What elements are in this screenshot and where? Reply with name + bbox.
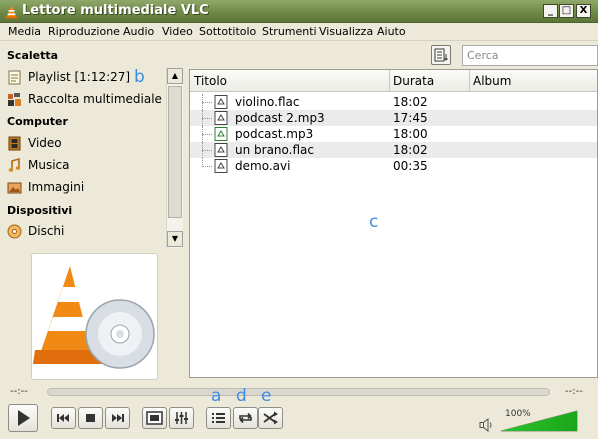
elapsed-time: --:-- (10, 386, 28, 397)
sidebar-item-label: Immagini (28, 180, 85, 194)
section-computer: Computer (7, 115, 68, 128)
row-title: podcast.mp3 (235, 127, 314, 141)
music-note-icon (8, 158, 21, 172)
close-button[interactable]: X (576, 4, 591, 18)
sidebar-item-label: Video (28, 136, 62, 150)
equalizer-icon (175, 412, 188, 424)
row-duration: 18:00 (393, 127, 428, 141)
sidebar-item-label: Musica (28, 158, 70, 172)
table-row[interactable]: violino.flac 18:02 (190, 94, 597, 110)
table-row[interactable]: podcast.mp3 18:00 (190, 126, 597, 142)
sidebar-item-label: Dischi (28, 224, 65, 238)
row-duration: 00:35 (393, 159, 428, 173)
sidebar-item-video[interactable]: Video (7, 134, 165, 154)
section-devices: Dispositivi (7, 204, 73, 217)
title-bar: Lettore multimediale VLC _ □ X (0, 0, 598, 23)
sidebar-item-images[interactable]: Immagini (7, 178, 165, 198)
window-title: Lettore multimediale VLC (22, 3, 209, 18)
annotation-b: b (134, 67, 145, 87)
video-file-icon (214, 159, 228, 173)
row-duration: 18:02 (393, 143, 428, 157)
speaker-icon[interactable] (479, 418, 495, 432)
annotation-e: e (261, 386, 272, 406)
menu-help[interactable]: Aiuto (377, 25, 406, 38)
scroll-thumb[interactable] (168, 86, 182, 218)
image-icon (7, 182, 22, 194)
playlist-view-button[interactable] (431, 45, 451, 65)
playlist-table[interactable]: Titolo Durata Album violino.flac 18:02 p… (189, 69, 598, 378)
sidebar-item-media-library[interactable]: Raccolta multimediale (7, 90, 165, 110)
previous-icon (57, 414, 69, 422)
column-title[interactable]: Titolo (194, 74, 227, 88)
table-row[interactable]: un brano.flac 18:02 (190, 142, 597, 158)
menu-media[interactable]: Media (8, 25, 41, 38)
table-row[interactable]: demo.avi 00:35 (190, 158, 597, 174)
audio-file-icon (214, 143, 228, 157)
sidebar-item-label: Playlist [1:12:27] (28, 70, 131, 84)
menu-subtitle[interactable]: Sottotitolo (199, 25, 256, 38)
shuffle-button[interactable] (258, 407, 283, 429)
playlist-icon (8, 70, 21, 85)
menu-view[interactable]: Visualizza (319, 25, 373, 38)
fullscreen-button[interactable] (142, 407, 167, 429)
menu-video[interactable]: Video (162, 25, 193, 38)
media-library-icon (8, 93, 21, 106)
row-title: un brano.flac (235, 143, 314, 157)
column-album[interactable]: Album (473, 74, 511, 88)
sidebar-item-discs[interactable]: Dischi (7, 222, 165, 242)
table-row[interactable]: podcast 2.mp3 17:45 (190, 110, 597, 126)
sidebar-item-label: Raccolta multimediale (28, 92, 162, 106)
remaining-time: --:-- (565, 386, 583, 397)
film-icon (8, 136, 21, 151)
audio-file-icon (214, 95, 228, 109)
row-title: demo.avi (235, 159, 291, 173)
stop-icon (86, 414, 95, 422)
annotation-c: c (369, 212, 379, 232)
table-header: Titolo Durata Album (190, 70, 597, 92)
loop-button[interactable] (233, 407, 258, 429)
playlist-icon (212, 413, 225, 423)
menu-audio[interactable]: Audio (123, 25, 154, 38)
play-icon (18, 410, 30, 426)
scroll-down-arrow-icon[interactable]: ▼ (167, 231, 183, 247)
fullscreen-icon (146, 411, 163, 425)
extended-settings-button[interactable] (169, 407, 194, 429)
next-button[interactable] (105, 407, 130, 429)
maximize-button[interactable]: □ (559, 4, 574, 18)
section-scaletta: Scaletta (7, 49, 59, 62)
column-duration[interactable]: Durata (393, 74, 434, 88)
shuffle-icon (263, 411, 278, 425)
disc-icon (7, 224, 22, 239)
sidebar-scrollbar[interactable]: ▲ ▼ (166, 68, 183, 248)
audio-file-icon (214, 127, 228, 141)
vlc-cone-icon (33, 266, 155, 369)
next-icon (112, 414, 124, 422)
list-view-icon (434, 48, 448, 62)
play-button[interactable] (8, 404, 38, 432)
album-art (31, 253, 158, 380)
row-title: violino.flac (235, 95, 300, 109)
menu-playback[interactable]: Riproduzione (48, 25, 120, 38)
annotation-a: a (211, 386, 222, 406)
menu-bar: Media Riproduzione Audio Video Sottotito… (0, 23, 598, 41)
row-duration: 18:02 (393, 95, 428, 109)
menu-tools[interactable]: Strumenti (262, 25, 317, 38)
scroll-up-arrow-icon[interactable]: ▲ (167, 68, 183, 84)
audio-file-icon (214, 111, 228, 125)
sidebar-item-music[interactable]: Musica (7, 156, 165, 176)
stop-button[interactable] (78, 407, 103, 429)
minimize-button[interactable]: _ (543, 4, 558, 18)
previous-button[interactable] (51, 407, 76, 429)
search-input[interactable]: Cerca (462, 45, 598, 66)
volume-slider[interactable] (500, 410, 578, 432)
row-title: podcast 2.mp3 (235, 111, 325, 125)
annotation-d: d (236, 386, 247, 406)
row-duration: 17:45 (393, 111, 428, 125)
seek-slider[interactable] (47, 388, 550, 396)
toggle-playlist-button[interactable] (206, 407, 231, 429)
repeat-icon (239, 412, 252, 424)
vlc-cone-icon (5, 5, 18, 19)
